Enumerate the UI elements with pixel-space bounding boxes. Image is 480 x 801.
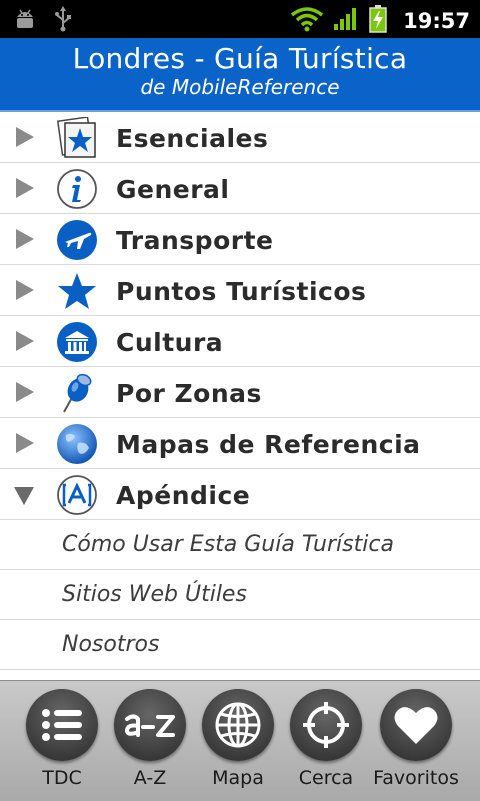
wifi-icon [291,6,324,36]
android-debug-icon [14,7,36,35]
app-header: Londres - Guía Turística de MobileRefere… [0,38,480,112]
list-item-label: Cultura [116,328,224,357]
cerca-button[interactable]: Cerca [282,689,370,799]
letter-a-icon [56,474,98,516]
tool-label: Favoritos [373,767,459,789]
list-item-general[interactable]: General [0,163,480,214]
expand-arrow-icon [16,280,34,300]
airplane-icon [56,219,98,261]
list-item-label: Por Zonas [116,379,262,408]
list-item-apendice[interactable]: Apéndice [0,469,480,520]
favoritos-button[interactable]: Favoritos [372,689,460,799]
clock: 19:57 [403,9,470,33]
list-item-label: Esenciales [116,124,269,153]
subitem-label: Cómo Usar Esta Guía Turística [62,532,394,557]
museum-icon [56,321,98,363]
list-item-transporte[interactable]: Transporte [0,214,480,265]
tool-label: Mapa [212,767,264,789]
heart-icon [380,689,452,761]
globe-icon [56,423,98,465]
a-z-icon [114,689,186,761]
list-item-label: General [116,175,230,204]
mapa-button[interactable]: Mapa [194,689,282,799]
star-card-icon [56,116,98,159]
list-icon [26,689,98,761]
tool-label: Cerca [298,767,354,789]
list-item-esenciales[interactable]: Esenciales [0,112,480,163]
tool-label: TDC [42,767,82,789]
list-item-por-zonas[interactable]: Por Zonas [0,367,480,418]
toc-list: Esenciales General Transporte Puntos Tur… [0,112,480,670]
a-z-button[interactable]: A-Z [106,689,194,799]
list-item-label: Puntos Turísticos [116,277,367,306]
expand-arrow-icon [16,331,34,351]
tdc-button[interactable]: TDC [18,689,106,799]
list-item-cultura[interactable]: Cultura [0,316,480,367]
collapse-arrow-icon [14,487,34,505]
expand-arrow-icon [16,433,34,453]
subitem-como-usar[interactable]: Cómo Usar Esta Guía Turística [0,520,480,570]
list-item-mapas-de-referencia[interactable]: Mapas de Referencia [0,418,480,469]
tool-label: A-Z [133,767,167,789]
subitem-sitios-web[interactable]: Sitios Web Útiles [0,570,480,620]
expand-arrow-icon [16,178,34,198]
globe-icon [202,689,274,761]
subitem-label: Nosotros [62,632,160,657]
pushpin-icon [56,372,98,414]
star-icon [56,270,98,312]
status-bar: 19:57 [0,0,480,38]
crosshair-icon [290,689,362,761]
info-icon [56,168,98,210]
list-item-label: Apéndice [116,481,251,510]
signal-icon [333,7,359,35]
expand-arrow-icon [16,229,34,249]
page-title: Londres - Guía Turística [72,42,408,75]
list-item-puntos-turisticos[interactable]: Puntos Turísticos [0,265,480,316]
expand-arrow-icon [16,127,34,147]
battery-charging-icon [369,5,387,37]
subitem-nosotros[interactable]: Nosotros [0,620,480,670]
usb-icon [54,6,72,36]
expand-arrow-icon [16,382,34,402]
bottom-toolbar: TDC A-Z Mapa Cerca Favoritos [0,680,480,801]
page-subtitle: de MobileReference [140,75,340,99]
list-item-label: Mapas de Referencia [116,430,421,459]
subitem-label: Sitios Web Útiles [62,582,247,607]
list-item-label: Transporte [116,226,274,255]
